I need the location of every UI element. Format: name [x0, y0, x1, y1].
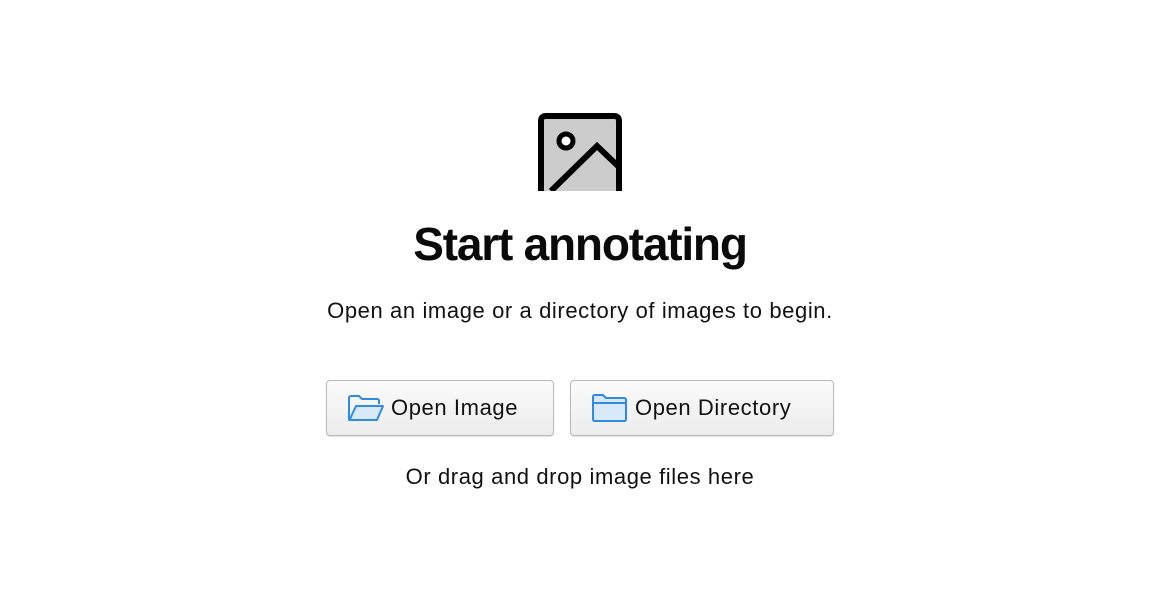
- open-image-label: Open Image: [391, 395, 519, 420]
- folder-icon: [592, 394, 627, 422]
- drag-drop-hint: Or drag and drop image files here: [405, 464, 755, 489]
- open-directory-button[interactable]: Open Directory: [570, 380, 834, 436]
- empty-state-panel: Start annotating Open an image or a dire…: [0, 0, 1160, 600]
- image-placeholder-icon: [538, 113, 622, 191]
- app-window: Start annotating Open an image or a dire…: [0, 0, 1160, 600]
- open-directory-label: Open Directory: [635, 395, 792, 420]
- page-title: Start annotating: [413, 218, 748, 270]
- open-image-button[interactable]: Open Image: [326, 380, 554, 436]
- folder-open-icon: [348, 395, 384, 421]
- subtitle-text: Open an image or a directory of images t…: [327, 298, 833, 323]
